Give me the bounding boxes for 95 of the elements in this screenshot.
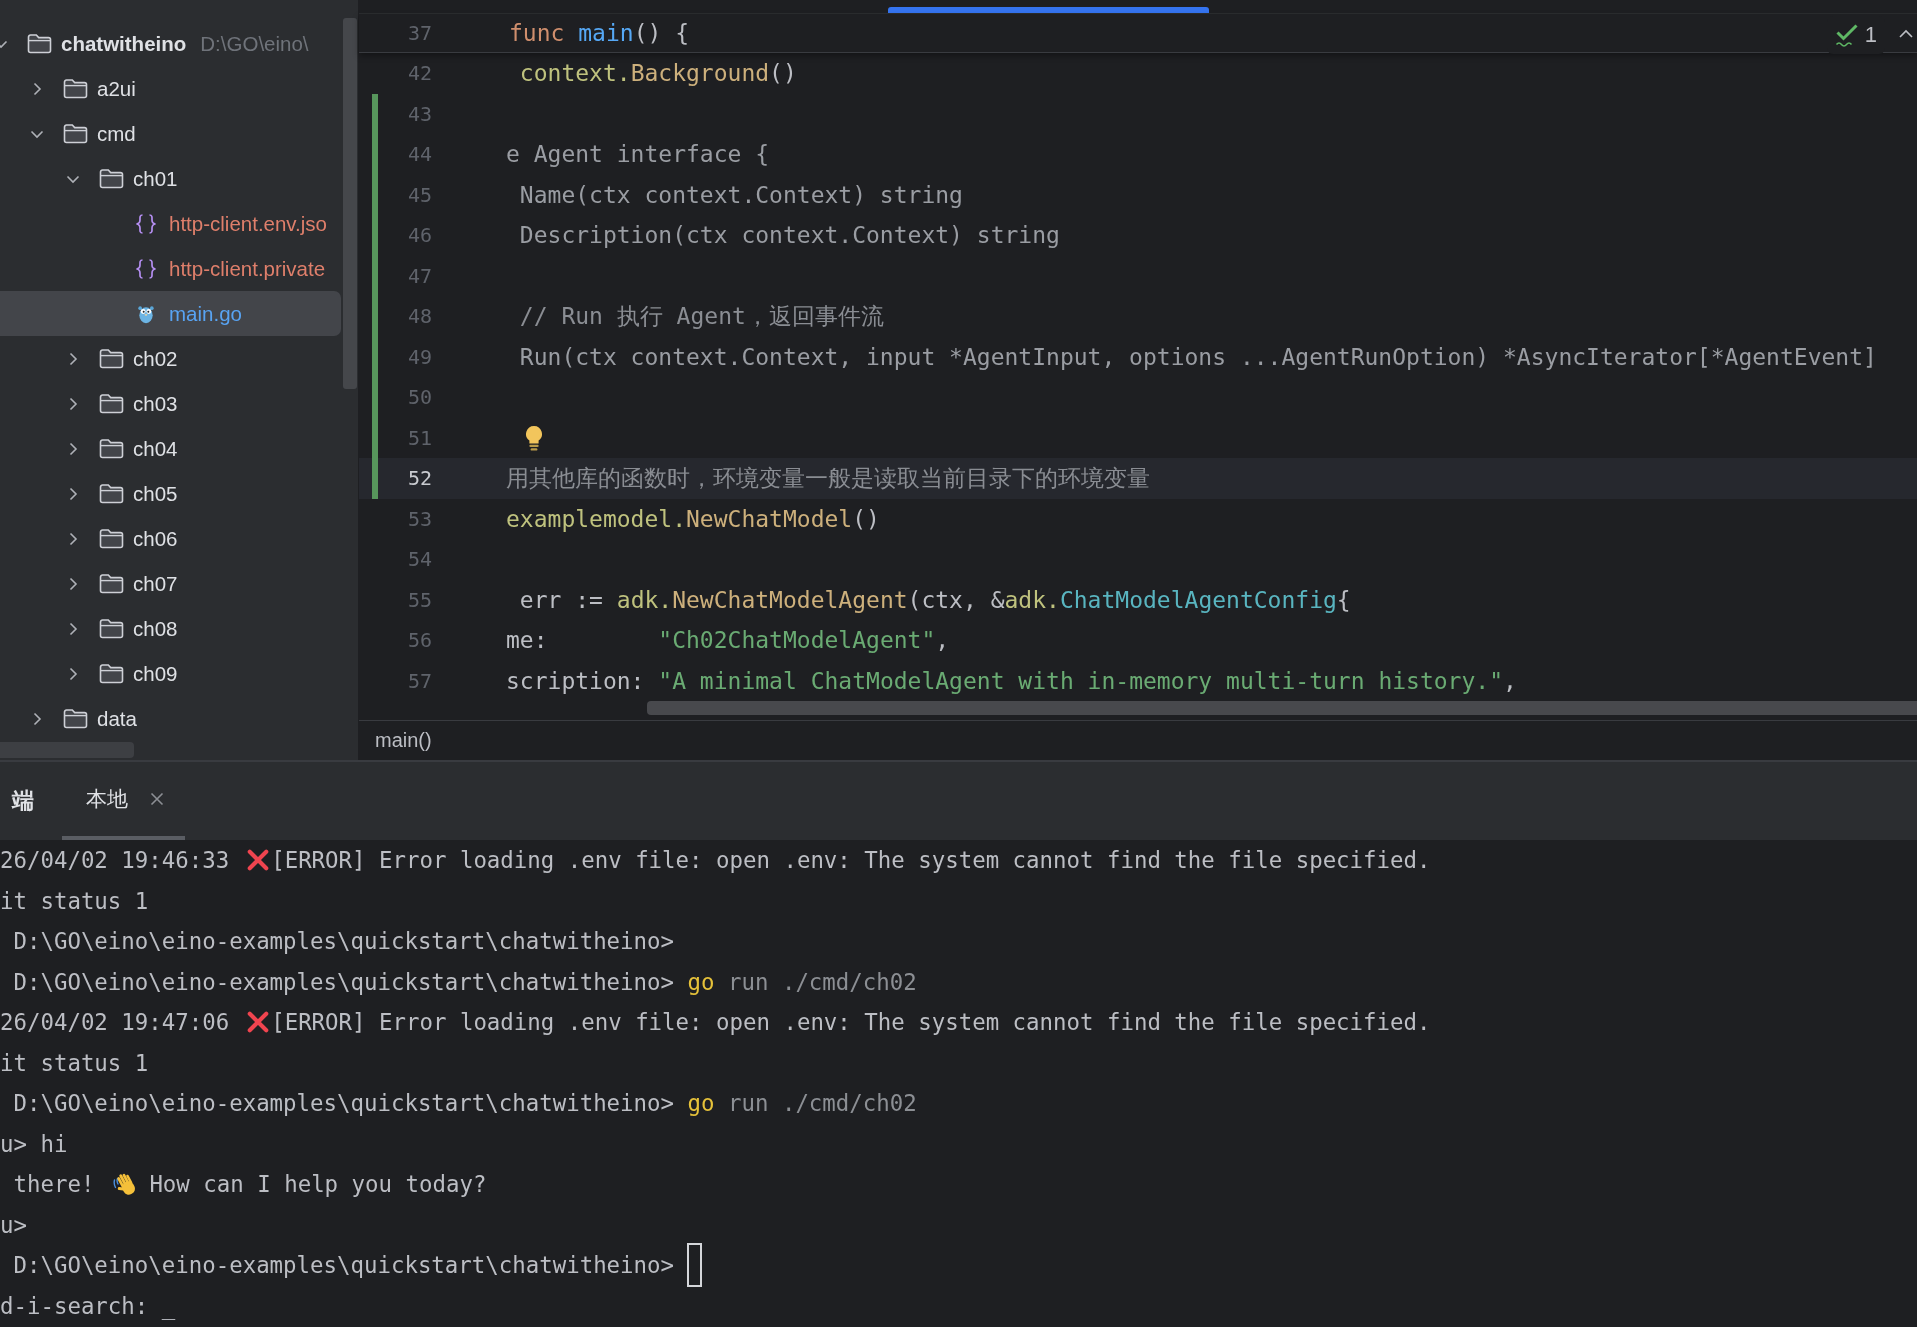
line-number: 48 [406,304,432,329]
braces-icon [135,213,157,234]
prompt-path: D:\GO\eino\eino-examples\quickstart\chatwitheino> [12,928,674,955]
cross-mark-icon [247,1011,270,1034]
prompt-path: D:\GO\eino\eino-examples\quickstart\chatwitheino> [12,1252,674,1279]
code-line: // Run 执行 Agent，返回事件流 [518,301,884,331]
code-line: Name(ctx context.Context) string [518,181,963,208]
scrollbar-thumb[interactable] [343,18,357,389]
line-number: 44 [406,142,432,167]
line-number: 56 [406,628,432,653]
timestamp: 26/04/02 19:47:06 [0,1009,230,1036]
folder-name[interactable]: ch02 [133,346,178,371]
timestamp: 26/04/02 19:46:33 [0,847,230,874]
waving-hand-icon [113,1171,138,1198]
folder-icon [99,483,124,504]
line-number: 43 [406,101,432,126]
line-number: 55 [406,587,432,612]
folder-name[interactable]: ch04 [133,436,178,461]
close-icon[interactable] [150,792,164,806]
prompt-path: D:\GO\eino\eino-examples\quickstart\chatwitheino> [12,968,674,995]
breadcrumb-item[interactable]: main() [375,729,432,752]
folder-icon [99,618,124,639]
folder-icon [99,393,124,414]
command-args: run ./cmd/ch02 [728,968,917,995]
folder-name[interactable]: ch09 [133,661,178,686]
code-line: 用其他库的函数时，环境变量一般是读取当前目录下的环境变量 [506,463,1150,493]
code-line: scription: "A minimal ChatModelAgent with in-memory multi-turn history.", [506,667,1517,694]
folder-name[interactable]: cmd [97,121,136,146]
folder-icon [99,663,124,684]
caret-up-icon[interactable] [1899,28,1913,38]
file-name[interactable]: http-client.private [169,256,326,281]
folder-icon [27,33,52,54]
reply-text: there! [12,1171,95,1198]
folder-icon [63,123,88,144]
line-number: 51 [406,425,432,450]
line-number: 46 [406,223,432,248]
line-number: 53 [406,506,432,531]
folder-name[interactable]: data [97,706,137,731]
command-name: go [687,1090,715,1117]
folder-icon [99,438,124,459]
terminal-text: u> [0,1211,27,1238]
lightbulb-icon[interactable] [525,424,543,451]
cross-mark-icon [247,849,270,872]
terminal-text: it status 1 [0,1049,149,1076]
line-number: 57 [406,668,432,693]
code-line: examplemodel.NewChatModel() [506,505,880,532]
folder-name[interactable]: ch06 [133,526,178,551]
folder-icon [63,78,88,99]
line-number: 45 [406,182,432,207]
reply-text: How can I help you today? [149,1171,487,1198]
tool-window-title: 端 [12,787,34,815]
code-line: Run(ctx context.Context, input *AgentInput, options ...AgentRunOption) *AsyncIterator[*AgentEvent] [518,343,1877,370]
project-path: D:\GO\eino\ [200,31,309,56]
braces-icon [135,258,157,279]
terminal-text: u> hi [0,1130,68,1157]
folder-icon [99,348,124,369]
scrollbar-thumb[interactable] [647,701,1917,715]
folder-name[interactable]: ch05 [133,481,178,506]
folder-name[interactable]: ch03 [133,391,178,416]
log-message: [ERROR] Error loading .env file: open .env: The system cannot find the file specified. [271,1009,1431,1036]
folder-name[interactable]: ch07 [133,571,178,596]
file-name[interactable]: http-client.env.jso [169,211,327,236]
code-line: context.Background() [518,60,797,87]
sticky-header[interactable]: 37 func main() { 1 [359,14,1917,53]
prompt-path: D:\GO\eino\eino-examples\quickstart\chatwitheino> [12,1090,674,1117]
folder-name[interactable]: a2ui [97,76,136,101]
folder-icon [63,708,88,729]
code-line: Description(ctx context.Context) string [518,222,1060,249]
folder-icon [99,528,124,549]
tree-item[interactable]: main.go [0,291,341,336]
command-name: go [687,968,715,995]
line-number: 47 [406,263,432,288]
code-line: me: "Ch02ChatModelAgent", [506,627,950,654]
file-name[interactable]: main.go [169,301,242,326]
terminal-tab[interactable]: 本地 [62,762,185,840]
gopher-icon [135,303,157,324]
line-number: 42 [406,61,432,86]
line-number: 37 [406,21,432,45]
line-number: 50 [406,385,432,410]
line-number: 49 [406,344,432,369]
folder-name[interactable]: ch08 [133,616,178,641]
log-message: [ERROR] Error loading .env file: open .env: The system cannot find the file specified. [271,847,1431,874]
line-number: 52 [406,466,432,491]
line-number: 54 [406,547,432,572]
folder-icon [99,168,124,189]
command-args: run ./cmd/ch02 [728,1090,917,1117]
project-name[interactable]: chatwitheino [61,31,187,56]
folder-icon [99,573,124,594]
code-line: func main() { [509,20,690,46]
check-icon [1834,23,1859,47]
terminal-text: it status 1 [0,887,149,914]
code-line: err := adk.NewChatModelAgent(ctx, &adk.ChatModelAgentConfig{ [518,586,1351,613]
code-line: e Agent interface { [506,141,770,168]
terminal-text: d-i-search: _ [0,1292,176,1319]
folder-name[interactable]: ch01 [133,166,178,191]
